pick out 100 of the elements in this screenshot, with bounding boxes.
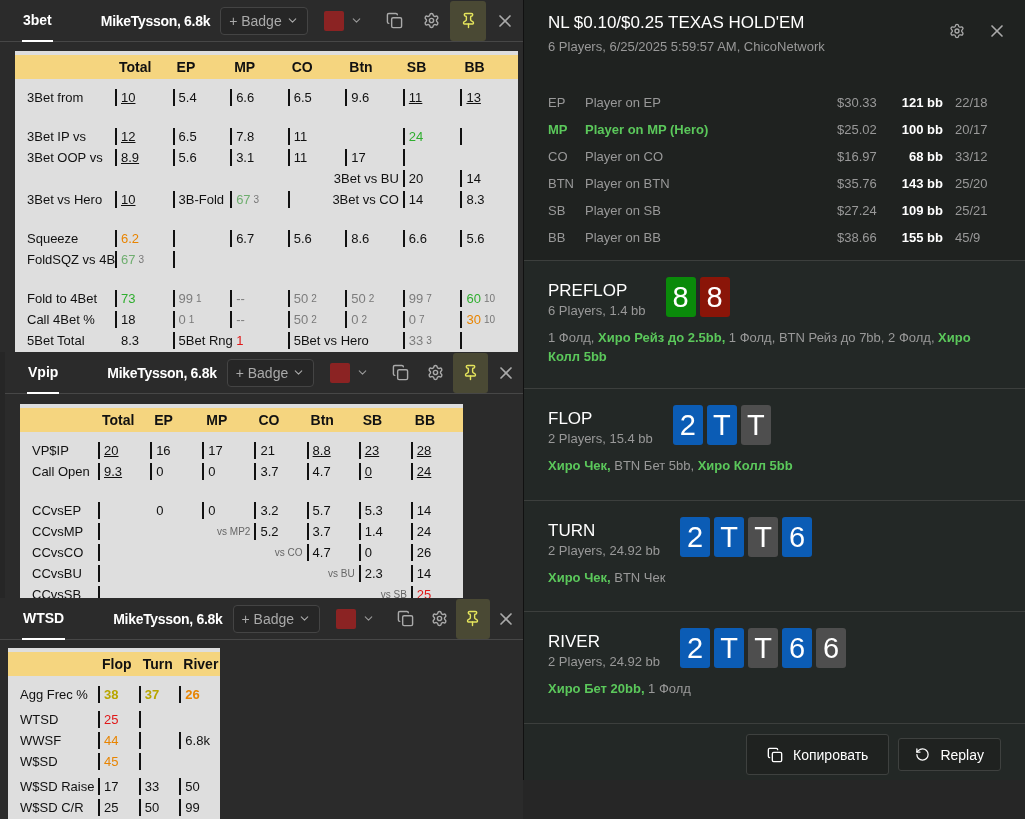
stat-value: 20: [104, 443, 119, 458]
row-label: 3Bet vs Hero: [26, 192, 104, 207]
stat-value: 5.6: [178, 150, 197, 165]
position-note: vs CO: [274, 547, 303, 558]
playing-card: T: [740, 405, 771, 445]
stat-value: 11: [293, 150, 308, 165]
sample-count: 7: [426, 293, 432, 304]
playing-card: 8: [699, 277, 730, 317]
badge-dropdown[interactable]: + Badge: [226, 358, 315, 387]
stat-value: 0: [408, 312, 417, 327]
row-label: Fold to 4Bet: [26, 291, 99, 306]
column-header: Flop: [101, 656, 133, 672]
stat-value: 9.3: [104, 464, 123, 479]
row-label: W$SD: [19, 754, 59, 769]
player-position: EP: [548, 95, 567, 110]
copy-button[interactable]: Копировать: [746, 734, 890, 775]
badge-dropdown[interactable]: + Badge: [220, 6, 308, 35]
player-name: Player on CO: [585, 149, 665, 164]
stat-value: 5.6: [466, 231, 485, 246]
stat-value: 6.8k: [185, 733, 210, 748]
playing-card: 6: [816, 628, 847, 668]
row-label: CCvsCO: [31, 545, 85, 560]
sample-count: 2: [361, 314, 368, 325]
row-label: 5Bet Total: [26, 333, 86, 348]
stat-value: 28: [416, 443, 432, 458]
playing-card: 2: [672, 405, 703, 445]
replay-button[interactable]: Replay: [898, 738, 1001, 771]
stack-bb: 100 bb: [900, 122, 944, 137]
column-header: Total: [101, 412, 136, 428]
stack-bb: 143 bb: [900, 176, 944, 191]
stat-value: 33: [144, 779, 160, 794]
stat-value: 17: [104, 779, 119, 794]
column-header: MP: [205, 412, 229, 428]
player-name: MikeTysson, 6.8k: [100, 12, 211, 29]
playing-card: T: [714, 628, 745, 668]
stat-value: 10: [121, 90, 136, 105]
stat-value: 4.7: [312, 464, 331, 479]
street-info: 2 Players, 24.92 bb: [548, 654, 661, 669]
street-actions: Хиро Бет 20bb, 1 Фолд: [548, 680, 692, 698]
stat-value: 8.3: [121, 333, 140, 348]
player-name: Player on MP (Hero): [585, 122, 710, 137]
stat-value: 44: [104, 733, 119, 748]
stack-bb: 109 bb: [900, 203, 944, 218]
row-label: 3Bet OOP vs: [26, 150, 104, 165]
stat-value: 0: [156, 503, 164, 518]
stack-bb: 121 bb: [900, 95, 944, 110]
player-stats: 20/17: [955, 122, 989, 137]
player-name: MikeTysson, 6.8k: [113, 610, 223, 627]
player-stack: $27.24: [837, 203, 878, 218]
stat-value: 14: [466, 171, 481, 186]
stat-value: 67: [236, 192, 251, 207]
stat-value: 60: [466, 291, 481, 306]
copy-icon: [397, 610, 415, 627]
stat-value: 73: [121, 291, 136, 306]
row-label: WTSD: [19, 712, 60, 727]
stat-value: 11: [293, 129, 308, 144]
street-name: RIVER: [548, 632, 601, 652]
player-stack: $38.66: [837, 230, 878, 245]
pin-button[interactable]: [456, 598, 490, 639]
hud-tab[interactable]: WTSD: [22, 598, 66, 640]
stat-value: 5.4: [178, 90, 197, 105]
stat-value: 5Bet vs Hero: [293, 333, 369, 348]
row-label: W$SD Raise: [19, 779, 96, 794]
hud-tab[interactable]: 3bet: [22, 0, 53, 42]
stat-value: 14: [416, 566, 432, 581]
street-name: TURN: [548, 521, 597, 541]
row-label: Squeeze: [26, 231, 80, 246]
sample-count: 2: [368, 293, 375, 304]
row-label: WWSF: [19, 733, 63, 748]
stat-value: 11: [408, 90, 423, 105]
replay-icon: [915, 747, 931, 762]
stat-label: 3Bet vs CO: [332, 192, 399, 207]
street-name: FLOP: [548, 409, 594, 429]
sample-count: 10: [483, 314, 495, 325]
player-name: MikeTysson, 6.8k: [107, 364, 217, 381]
playing-card: T: [748, 628, 779, 668]
player-stack: $30.33: [837, 95, 878, 110]
stat-value: 26: [185, 687, 200, 702]
color-picker[interactable]: [323, 10, 363, 31]
badge-dropdown[interactable]: + Badge: [232, 604, 321, 633]
column-header: Btn: [348, 59, 374, 75]
stat-value: 3.2: [260, 503, 279, 518]
stat-value: 16: [156, 443, 171, 458]
position-note: vs MP2: [217, 526, 251, 537]
copy-icon: [386, 12, 404, 29]
pin-button[interactable]: [449, 0, 487, 41]
settings-icon: [427, 364, 445, 381]
hud-tab[interactable]: Vpip: [27, 352, 60, 394]
column-header: SB: [405, 59, 428, 75]
row-label: Agg Frec %: [19, 687, 89, 702]
stat-value: 7.8: [236, 129, 255, 144]
stat-value: 67: [121, 252, 136, 267]
stat-value: 1: [236, 333, 244, 348]
stat-value: 3.7: [312, 524, 331, 539]
column-header: Btn: [309, 412, 335, 428]
sample-count: 10: [483, 293, 495, 304]
player-stack: $16.97: [837, 149, 878, 164]
stat-label: 3Bet vs BU: [333, 171, 399, 186]
pin-button[interactable]: [453, 352, 489, 393]
street-name: PREFLOP: [548, 281, 629, 301]
